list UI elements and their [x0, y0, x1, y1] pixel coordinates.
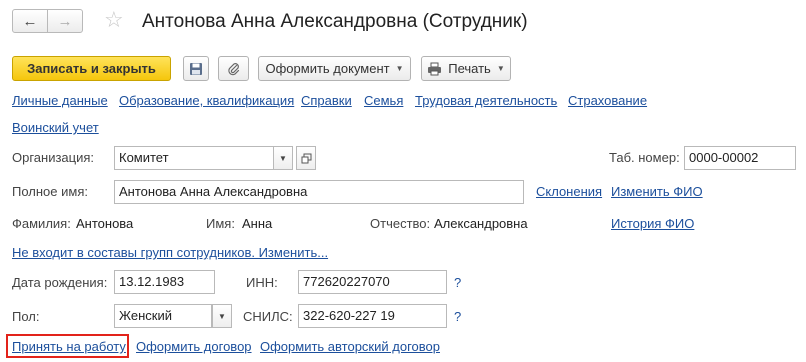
- open-window-icon: [301, 153, 311, 163]
- inn-label: ИНН:: [246, 275, 278, 290]
- organization-label: Организация:: [12, 150, 95, 165]
- save-button[interactable]: [183, 56, 209, 81]
- birth-date-label: Дата рождения:: [12, 275, 108, 290]
- create-contract-link[interactable]: Оформить договор: [136, 339, 252, 355]
- organization-input[interactable]: Комитет: [114, 146, 274, 170]
- name-label: Имя:: [206, 216, 235, 231]
- save-and-close-button[interactable]: Записать и закрыть: [12, 56, 171, 81]
- snils-label: СНИЛС:: [243, 309, 293, 324]
- snils-help-icon[interactable]: ?: [454, 309, 461, 325]
- printer-icon: [428, 62, 442, 75]
- organization-dropdown[interactable]: ▼: [273, 146, 293, 170]
- create-document-label: Оформить документ: [265, 61, 390, 76]
- tab-certificates[interactable]: Справки: [301, 93, 352, 109]
- attach-button[interactable]: [218, 56, 249, 81]
- chevron-down-icon: ▼: [218, 311, 226, 321]
- navigation-buttons: ← →: [12, 9, 84, 33]
- page-title: Антонова Анна Александровна (Сотрудник): [142, 11, 528, 32]
- inn-input[interactable]: 772620227070: [298, 270, 447, 294]
- tab-military-record[interactable]: Воинский учет: [12, 120, 99, 136]
- inn-help-icon[interactable]: ?: [454, 275, 461, 291]
- chevron-down-icon: ▼: [279, 153, 287, 163]
- gender-label: Пол:: [12, 309, 40, 324]
- save-and-close-label: Записать и закрыть: [27, 61, 156, 76]
- surname-label: Фамилия:: [12, 216, 71, 231]
- surname-value: Антонова: [76, 216, 134, 231]
- change-name-link[interactable]: Изменить ФИО: [611, 184, 703, 200]
- patronymic-label: Отчество:: [370, 216, 431, 231]
- tab-number-input[interactable]: 0000-00002: [684, 146, 796, 170]
- snils-input[interactable]: 322-620-227 19: [298, 304, 447, 328]
- name-value: Анна: [242, 216, 273, 231]
- full-name-label: Полное имя:: [12, 184, 88, 199]
- print-label: Печать: [448, 61, 491, 76]
- hire-link[interactable]: Принять на работу: [12, 339, 126, 355]
- print-dropdown[interactable]: Печать ▼: [421, 56, 511, 81]
- declensions-link[interactable]: Склонения: [536, 184, 602, 200]
- floppy-disk-icon: [190, 62, 202, 75]
- create-author-contract-link[interactable]: Оформить авторский договор: [260, 339, 440, 355]
- gender-dropdown[interactable]: ▼: [212, 304, 232, 328]
- chevron-down-icon: ▼: [496, 64, 505, 73]
- chevron-down-icon: ▼: [395, 64, 404, 73]
- tab-work-history[interactable]: Трудовая деятельность: [415, 93, 557, 109]
- patronymic-value: Александровна: [434, 216, 528, 231]
- tab-number-label: Таб. номер:: [609, 150, 680, 165]
- gender-select[interactable]: Женский: [114, 304, 212, 328]
- forward-arrow-icon[interactable]: →: [47, 9, 83, 33]
- employee-groups-link[interactable]: Не входит в составы групп сотрудников. И…: [12, 245, 328, 261]
- tab-education[interactable]: Образование, квалификация: [119, 93, 294, 109]
- organization-open-button[interactable]: [296, 146, 316, 170]
- full-name-input[interactable]: Антонова Анна Александровна: [114, 180, 524, 204]
- birth-date-input[interactable]: 13.12.1983: [114, 270, 215, 294]
- tab-insurance[interactable]: Страхование: [568, 93, 647, 109]
- create-document-dropdown[interactable]: Оформить документ ▼: [258, 56, 411, 81]
- tab-family[interactable]: Семья: [364, 93, 403, 109]
- back-arrow-icon[interactable]: ←: [12, 9, 48, 33]
- tab-personal-data[interactable]: Личные данные: [12, 93, 108, 109]
- paperclip-icon: [227, 62, 239, 75]
- name-history-link[interactable]: История ФИО: [611, 216, 694, 232]
- favorite-star-icon[interactable]: ☆: [104, 8, 124, 32]
